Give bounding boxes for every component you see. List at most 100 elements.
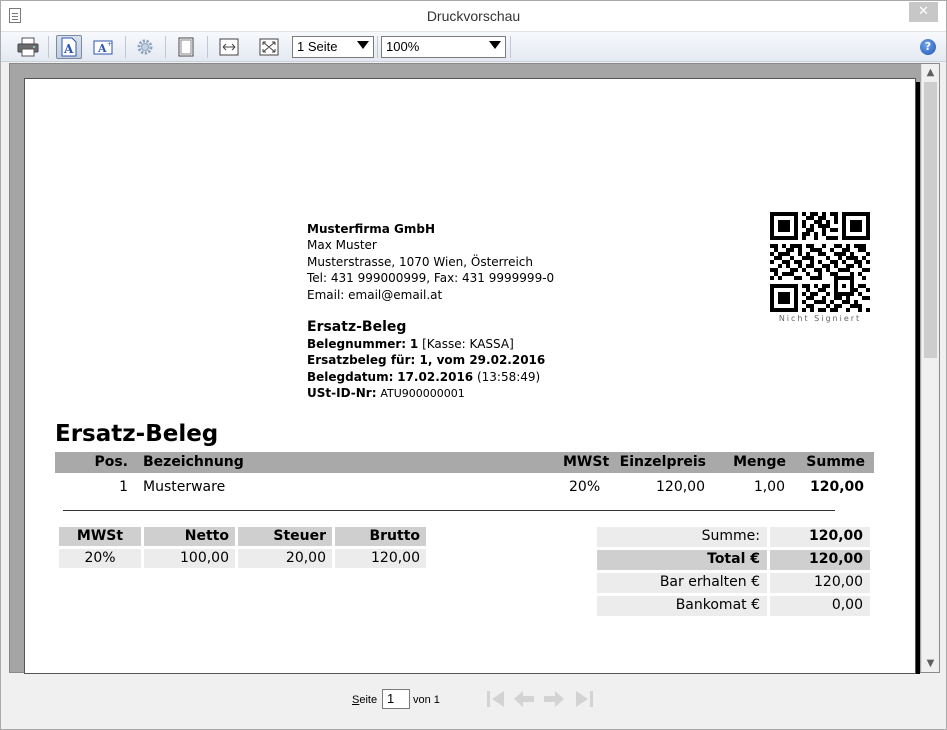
item-sum: 120,00	[809, 479, 864, 495]
tax-column-net: Netto	[144, 527, 235, 546]
receipt-date-label: Belegdatum:	[307, 369, 394, 384]
card-payment-label: Bankomat €	[597, 596, 767, 616]
sum-label: Summe:	[597, 527, 767, 547]
toolbar-separator	[48, 36, 49, 58]
sum-value: 120,00	[770, 527, 870, 547]
tax-net-value: 100,00	[144, 549, 235, 568]
column-pos: Pos.	[94, 454, 128, 470]
receipt-date-line: Belegdatum: 17.02.2016 (13:58:49)	[307, 369, 545, 385]
toolbar-separator	[207, 36, 208, 58]
item-description: Musterware	[143, 479, 226, 495]
status-bar: Seite 1 von 1	[1, 674, 946, 729]
receipt-date-value: 17.02.2016	[397, 369, 474, 384]
column-quantity: Menge	[733, 454, 786, 470]
scroll-down-icon[interactable]: ▼	[922, 655, 939, 672]
preview-area[interactable]: Musterfirma GmbH Max Muster Musterstrass…	[9, 63, 940, 674]
replacement-line: Ersatzbeleg für: 1, vom 29.02.2016	[307, 352, 545, 368]
toolbar-separator	[165, 36, 166, 58]
single-page-button[interactable]	[173, 35, 199, 59]
first-page-icon	[487, 691, 504, 707]
tax-gross-value: 120,00	[335, 549, 426, 568]
company-contact: Max Muster	[307, 238, 377, 253]
receipt-type: Ersatz-Beleg	[307, 319, 407, 335]
tax-vat-value: 20%	[59, 549, 141, 568]
tax-tax-value: 20,00	[238, 549, 332, 568]
toolbar-separator	[510, 36, 511, 58]
receipt-register: [Kasse: KASSA]	[422, 337, 514, 351]
page-view-button[interactable]: A	[56, 35, 82, 59]
next-page-button[interactable]	[542, 688, 566, 710]
gear-icon	[137, 39, 153, 55]
replacement-value: 1, vom 29.02.2016	[419, 353, 546, 368]
qr-code	[770, 212, 870, 312]
receipt-info: Ersatz-Beleg Belegnummer: 1 [Kasse: KASS…	[307, 318, 545, 403]
page-count-label: von 1	[413, 694, 440, 706]
title-bar: Druckvorschau ✕	[1, 1, 946, 32]
column-description: Bezeichnung	[143, 454, 244, 470]
page-a-small-icon: A +	[93, 40, 113, 55]
zoom-select[interactable]: 100%	[381, 36, 506, 58]
company-email: Email: email@email.at	[307, 287, 443, 302]
page-number-input[interactable]: 1	[382, 689, 410, 709]
vat-id-value: ATU900000001	[380, 387, 465, 401]
vertical-scrollbar[interactable]: ▲ ▼	[921, 64, 939, 672]
item-quantity: 1,00	[753, 479, 785, 495]
page-label: Seite	[352, 694, 378, 706]
tax-column-tax: Steuer	[238, 527, 332, 546]
fit-page-icon	[259, 38, 279, 56]
tax-column-gross: Brutto	[335, 527, 426, 546]
vat-id-label: USt-ID-Nr:	[307, 386, 377, 401]
document-title: Ersatz-Beleg	[55, 421, 219, 447]
window-title: Druckvorschau	[426, 8, 521, 24]
item-pos: 1	[119, 479, 128, 495]
print-button[interactable]	[15, 35, 41, 59]
chevron-down-icon	[357, 41, 369, 49]
tax-column-vat: MWSt	[59, 527, 141, 546]
receipt-number-label: Belegnummer:	[307, 337, 407, 351]
print-preview-window: Druckvorschau ✕ A A + 1 Seite 100% ? Mus…	[0, 0, 947, 730]
cash-received-label: Bar erhalten €	[597, 573, 767, 593]
chevron-down-icon	[489, 41, 501, 49]
total-label: Total €	[597, 550, 767, 570]
first-page-button[interactable]	[484, 688, 508, 710]
svg-text:A: A	[63, 42, 74, 56]
document-page: Musterfirma GmbH Max Muster Musterstrass…	[24, 78, 916, 674]
last-page-icon	[576, 691, 593, 707]
company-phone-fax: Tel: 431 999000999, Fax: 431 9999999-0	[307, 271, 555, 286]
scroll-up-icon[interactable]: ▲	[922, 64, 939, 81]
item-unit-price: 120,00	[656, 479, 705, 495]
printer-icon	[17, 37, 39, 57]
company-address: Musterstrasse, 1070 Wien, Österreich	[307, 254, 533, 269]
total-value: 120,00	[770, 550, 870, 570]
arrow-left-icon	[514, 691, 534, 707]
arrow-right-icon	[544, 691, 564, 707]
qr-caption: Nicht Signiert	[778, 314, 862, 323]
card-payment-value: 0,00	[770, 596, 870, 616]
previous-page-button[interactable]	[512, 688, 536, 710]
font-size-button[interactable]: A +	[91, 35, 117, 59]
receipt-time: (13:58:49)	[476, 369, 541, 384]
settings-button[interactable]	[132, 35, 158, 59]
last-page-button[interactable]	[572, 688, 596, 710]
company-block: Musterfirma GmbH Max Muster Musterstrass…	[307, 221, 554, 303]
toolbar: A A + 1 Seite 100% ?	[1, 32, 946, 62]
company-name: Musterfirma GmbH	[307, 222, 435, 236]
fit-width-icon	[219, 38, 239, 56]
scroll-thumb[interactable]	[924, 82, 937, 358]
column-vat: MWSt	[563, 454, 610, 470]
svg-text:+: +	[107, 41, 112, 48]
page-width-button[interactable]	[216, 35, 242, 59]
table-row: 1 Musterware 20% 120,00 1,00 120,00	[55, 477, 874, 498]
pages-select[interactable]: 1 Seite	[292, 36, 374, 58]
close-button[interactable]: ✕	[909, 2, 938, 22]
divider	[63, 510, 835, 511]
page-shadow	[916, 82, 920, 674]
help-icon[interactable]: ?	[920, 39, 936, 55]
page-frame-icon	[178, 37, 194, 57]
items-table-header: Pos. Bezeichnung MWSt Einzelpreis Menge …	[55, 452, 874, 473]
item-vat: 20%	[569, 479, 601, 495]
whole-page-button[interactable]	[256, 35, 282, 59]
column-sum: Summe	[806, 454, 865, 470]
column-unit-price: Einzelpreis	[619, 454, 706, 470]
receipt-number-line: Belegnummer: 1 [Kasse: KASSA]	[307, 336, 545, 352]
